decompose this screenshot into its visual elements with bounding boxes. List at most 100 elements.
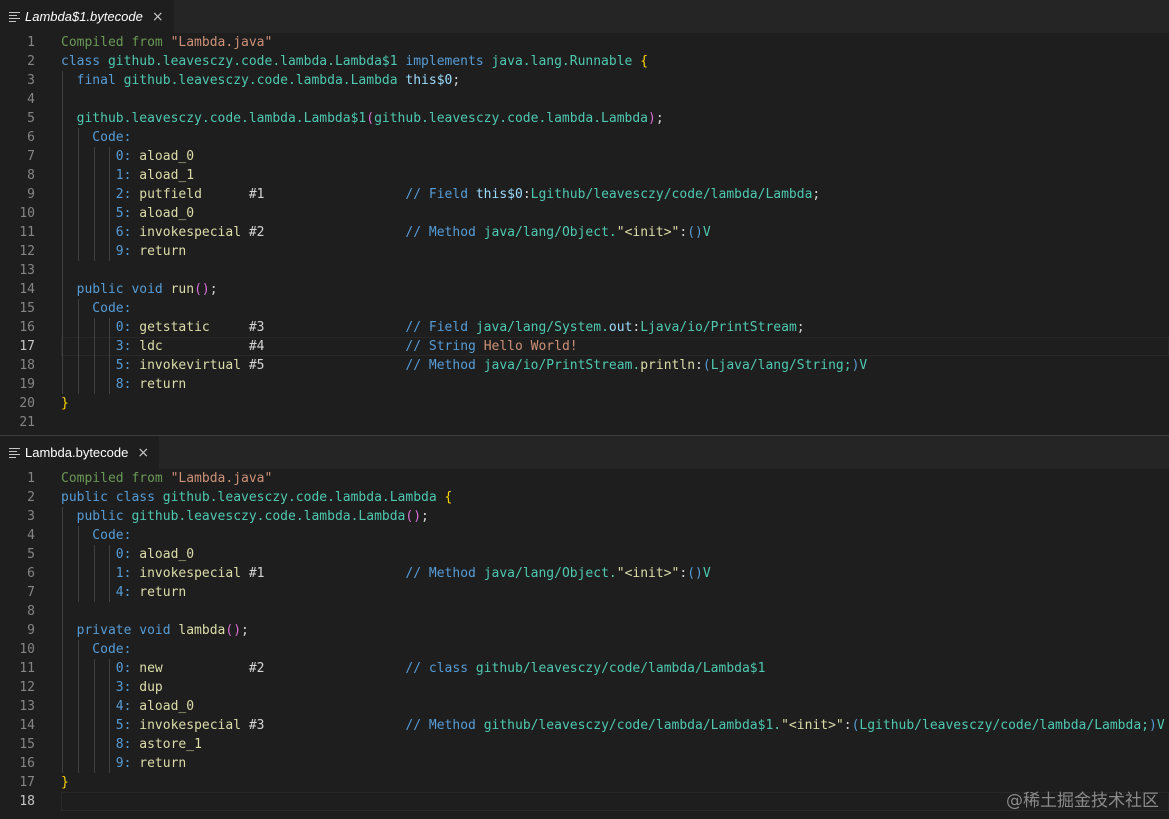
code-line[interactable]: 2 class github.leavesczy.code.lambda.Lamb… [0,52,1169,71]
code-line[interactable]: 12 3: dup [0,678,1169,697]
code-line[interactable]: 9 private void lambda(); [0,621,1169,640]
code-line[interactable]: 17} [0,773,1169,792]
line-number: 7 [27,585,35,600]
code-token: Compiled from [61,471,171,486]
code-token: 8: [61,737,140,752]
line-number: 8 [27,604,35,619]
code-line[interactable]: 20} [0,394,1169,413]
line-number: 21 [19,415,35,430]
code-token: #4 [248,339,406,354]
line-number: 13 [19,263,35,278]
code-line[interactable]: 18 5: invokevirtual #5 // Method java/io… [0,356,1169,375]
code-token: putfield [139,187,249,202]
code-token: 0: [61,547,140,562]
tab-label: Lambda$1.bytecode [25,9,143,24]
code-line[interactable]: 9 2: putfield #1 // Field this$0:Lgithub… [0,185,1169,204]
code-line[interactable]: 15 Code: [0,299,1169,318]
code-token: Code: [61,642,132,657]
code-line[interactable]: 1 Compiled from "Lambda.java" [0,33,1169,52]
code-line[interactable]: 14 5: invokespecial #3 // Method github/… [0,716,1169,735]
code-line[interactable]: 4 [0,90,1169,109]
code-token: V [702,566,711,581]
code-line[interactable]: 11 6: invokespecial #2 // Method java/la… [0,223,1169,242]
code-editor[interactable]: 1 Compiled from "Lambda.java" 2 class githu… [0,33,1169,435]
line-number: 1 [27,35,35,50]
code-token: : [695,358,703,373]
code-text: 5: invokespecial #3 // Method github/lea… [61,716,1165,735]
code-line[interactable]: 13 [0,261,1169,280]
code-line[interactable]: 11 0: new #2 // class github/leavesczy/c… [0,659,1169,678]
code-line[interactable]: 5 github.leavesczy.code.lambda.Lambda$1(… [0,109,1169,128]
code-token: Compiled from [61,35,171,50]
code-token: 5: [61,358,140,373]
tab-lambda1-bytecode[interactable]: Lambda$1.bytecode × [0,0,174,33]
close-icon[interactable]: × [152,9,164,25]
code-line[interactable]: 3 final github.leavesczy.code.lambda.Lam… [0,71,1169,90]
code-token: github/leavesczy/code/lambda/Lambda$1 [475,661,766,676]
line-number: 12 [19,244,35,259]
line-number: 3 [27,73,35,88]
code-token: invokespecial [139,225,249,240]
code-line[interactable]: 2 public class github.leavesczy.code.lamb… [0,488,1169,507]
indent-guide [109,659,110,773]
code-line[interactable]: 18 [0,792,1169,811]
code-line[interactable]: 6 1: invokespecial #1 // Method java/lan… [0,564,1169,583]
code-token: () [405,509,422,524]
code-line[interactable]: 4 Code: [0,526,1169,545]
code-line[interactable]: 14 public void run(); [0,280,1169,299]
code-token: run [170,282,195,297]
code-token: final [61,73,124,88]
close-icon[interactable]: × [137,445,149,461]
code-line[interactable]: 7 0: aload_0 [0,147,1169,166]
code-line[interactable]: 21 [0,413,1169,432]
code-token: new [139,661,249,676]
code-token: github.leavesczy.code.lambda.Lambda [123,73,398,88]
code-token: "<init>" [616,566,680,581]
code-line[interactable]: 16 9: return [0,754,1169,773]
code-token: ; [655,111,664,126]
code-line[interactable]: 19 8: return [0,375,1169,394]
code-line[interactable]: 5 0: aload_0 [0,545,1169,564]
line-number: 16 [19,756,35,771]
tab-lambda-bytecode[interactable]: Lambda.bytecode × [0,436,160,469]
code-token: #2 [248,661,406,676]
code-editor[interactable]: 1 Compiled from "Lambda.java" 2 public clas… [0,469,1169,819]
code-text: 6: invokespecial #2 // Method java/lang/… [61,223,711,242]
line-number: 3 [27,509,35,524]
indent-guide [109,147,110,261]
code-line[interactable]: 7 4: return [0,583,1169,602]
code-line[interactable]: 3 public github.leavesczy.code.lambda.La… [0,507,1169,526]
line-number: 8 [27,168,35,183]
code-token: V [1156,718,1165,733]
code-line[interactable]: 8 1: aload_1 [0,166,1169,185]
code-text: 5: aload_0 [61,204,194,223]
code-token: 0: [61,149,140,164]
indent-guide [78,128,79,261]
line-number: 2 [27,490,35,505]
code-line[interactable]: 16 0: getstatic #3 // Field java/lang/Sy… [0,318,1169,337]
code-token: java/lang/Object. [483,225,617,240]
code-line[interactable]: 12 9: return [0,242,1169,261]
code-text: Code: [61,299,131,318]
code-text: 5: invokevirtual #5 // Method java/io/Pr… [61,356,867,375]
code-token: lambda [178,623,226,638]
code-token: #1 [248,566,406,581]
code-line[interactable]: 8 [0,602,1169,621]
code-token: // Method [405,566,484,581]
code-line[interactable]: 1 Compiled from "Lambda.java" [0,469,1169,488]
code-token: 4: [61,585,140,600]
line-number: 9 [27,623,35,638]
code-token: () [225,623,242,638]
code-line[interactable]: 6 Code: [0,128,1169,147]
code-token: { [444,490,453,505]
code-line[interactable]: 10 5: aload_0 [0,204,1169,223]
code-line[interactable]: 13 4: aload_0 [0,697,1169,716]
code-line[interactable]: 10 Code: [0,640,1169,659]
code-line[interactable]: 15 8: astore_1 [0,735,1169,754]
code-token: 9: [61,756,140,771]
code-line[interactable]: 17 3: ldc #4 // String Hello World! [0,337,1169,356]
code-token: println [640,358,696,373]
indent-guide [62,71,63,394]
line-number: 14 [19,282,35,297]
code-token: this$0 [475,187,523,202]
